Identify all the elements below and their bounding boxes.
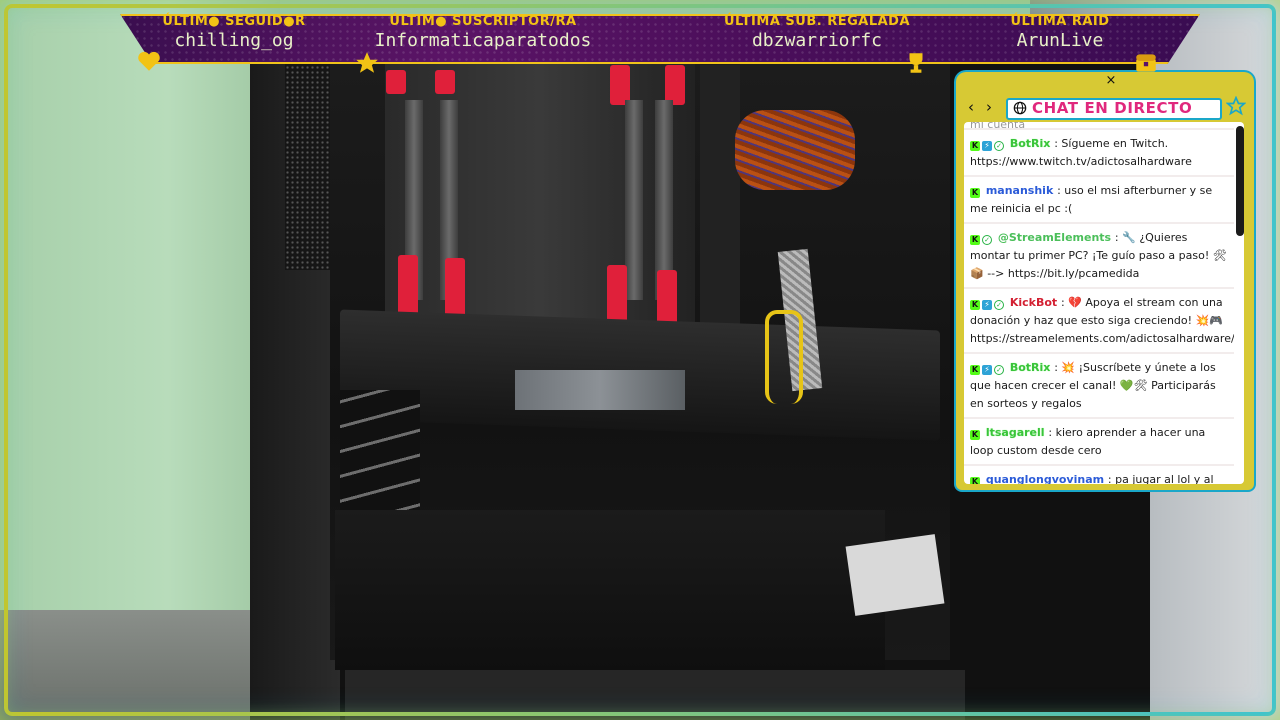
chat-title-pill: CHAT EN DIRECTO [1006, 98, 1222, 120]
power-cables [735, 110, 855, 190]
chat-message: K ⚡ ✓ BotRix : 💥 ¡Suscríbete y únete a los… [964, 356, 1234, 419]
chat-username[interactable]: quanglongvovinam [982, 473, 1108, 484]
chat-username[interactable]: BotRix [1006, 137, 1054, 150]
last-gifted-sub-label: ÚLTIMA SUB. REGALADA [723, 14, 911, 29]
chat-message-clipped: mi cuenta [964, 122, 1234, 130]
chat-username[interactable]: @StreamElements [994, 231, 1115, 244]
chat-message: K ✓ @StreamElements : 🔧 ¿Quieres montar t… [964, 226, 1234, 289]
chat-message: K ⚡ ✓ BotRix : Sígueme en Twitch. https://… [964, 132, 1234, 177]
chat-message: K mananshik : uso el msi afterburner y s… [964, 179, 1234, 224]
last-follower-label: ÚLTIM● SEGUID●R [162, 14, 306, 29]
chat-header: ‹ › CHAT EN DIRECTO [962, 94, 1248, 120]
fan-blade-red [610, 65, 630, 105]
cable-bundle [845, 534, 945, 616]
verified-badge-icon: ✓ [994, 365, 1004, 375]
last-subscriber-label: ÚLTIM● SUSCRIPTOR/RA [389, 14, 577, 29]
live-chat-widget: × ‹ › CHAT EN DIRECTO mi cuenta K ⚡ ✓ BotR… [956, 72, 1254, 490]
trophy-icon [909, 53, 923, 73]
last-raid: ÚLTIMA RAID ArunLive [930, 14, 1190, 52]
motherboard [700, 65, 740, 325]
kick-badge-icon: K [970, 365, 980, 375]
power-supply [345, 670, 965, 720]
chat-top-bar: × [956, 72, 1254, 92]
chevron-left-icon[interactable]: ‹ [964, 98, 978, 116]
fan-blade-red [398, 255, 418, 320]
fan-blade [625, 100, 643, 300]
chat-username[interactable]: ltsagarell [982, 426, 1048, 439]
chat-message-text: mi cuenta [970, 122, 1026, 130]
chat-scrollbar[interactable] [1236, 126, 1244, 236]
chat-message-list[interactable]: mi cuenta K ⚡ ✓ BotRix : Sígueme en Twitch… [964, 122, 1234, 484]
graphics-card-backplate [515, 370, 685, 410]
star-outline-icon[interactable] [1226, 96, 1246, 116]
kick-badge-icon: K [970, 141, 980, 151]
moderator-badge-icon: ⚡ [982, 365, 992, 375]
kick-badge-icon: K [970, 477, 980, 484]
heart-icon [138, 51, 160, 71]
star-icon [356, 52, 378, 73]
verified-badge-icon: ✓ [994, 300, 1004, 310]
chat-username[interactable]: BotRix [1006, 361, 1054, 374]
chat-title: CHAT EN DIRECTO [1032, 99, 1193, 117]
chat-username[interactable]: mananshik [982, 184, 1057, 197]
fan-blade-red [665, 65, 685, 105]
last-subscriber-value: Informaticaparatodos [374, 30, 592, 51]
chevron-right-icon[interactable]: › [982, 98, 996, 116]
kick-badge-icon: K [970, 300, 980, 310]
last-raid-value: ArunLive [1016, 30, 1104, 51]
case-tray [335, 510, 885, 670]
verified-badge-icon: ✓ [994, 141, 1004, 151]
globe-icon [1013, 101, 1027, 115]
last-gifted-sub-value: dbzwarriorfc [751, 30, 883, 51]
last-raid-label: ÚLTIMA RAID [1010, 14, 1110, 29]
close-icon[interactable]: × [1104, 74, 1118, 88]
cpu-cooler [385, 60, 695, 340]
fan-blade-red [435, 70, 455, 94]
kick-badge-icon: K [970, 188, 980, 198]
fan-blade-red [386, 70, 406, 94]
chat-message: K ltsagarell : kiero aprender a hacer un… [964, 421, 1234, 466]
verified-badge-icon: ✓ [982, 235, 992, 245]
last-subscriber: ÚLTIM● SUSCRIPTOR/RA Informaticaparatodo… [353, 14, 613, 52]
moderator-badge-icon: ⚡ [982, 300, 992, 310]
kick-badge-icon: K [970, 430, 980, 440]
kick-badge-icon: K [970, 235, 980, 245]
treasure-icon [1136, 54, 1156, 72]
chat-message: K ⚡ ✓ KickBot : 💔 Apoya el stream con una … [964, 291, 1234, 354]
chat-messages-panel[interactable]: mi cuenta K ⚡ ✓ BotRix : Sígueme en Twitch… [964, 122, 1244, 484]
yellow-cable [765, 310, 803, 404]
chat-message-text: : Sígueme en Twitch. https://www.twitch.… [970, 137, 1192, 168]
moderator-badge-icon: ⚡ [982, 141, 992, 151]
last-follower: ÚLTIM● SEGUID●R chilling_og [104, 14, 364, 52]
chat-message: K quanglongvovinam : pa jugar al lol y a… [964, 468, 1234, 484]
last-gifted-sub: ÚLTIMA SUB. REGALADA dbzwarriorfc [687, 14, 947, 52]
chat-username[interactable]: KickBot [1006, 296, 1061, 309]
